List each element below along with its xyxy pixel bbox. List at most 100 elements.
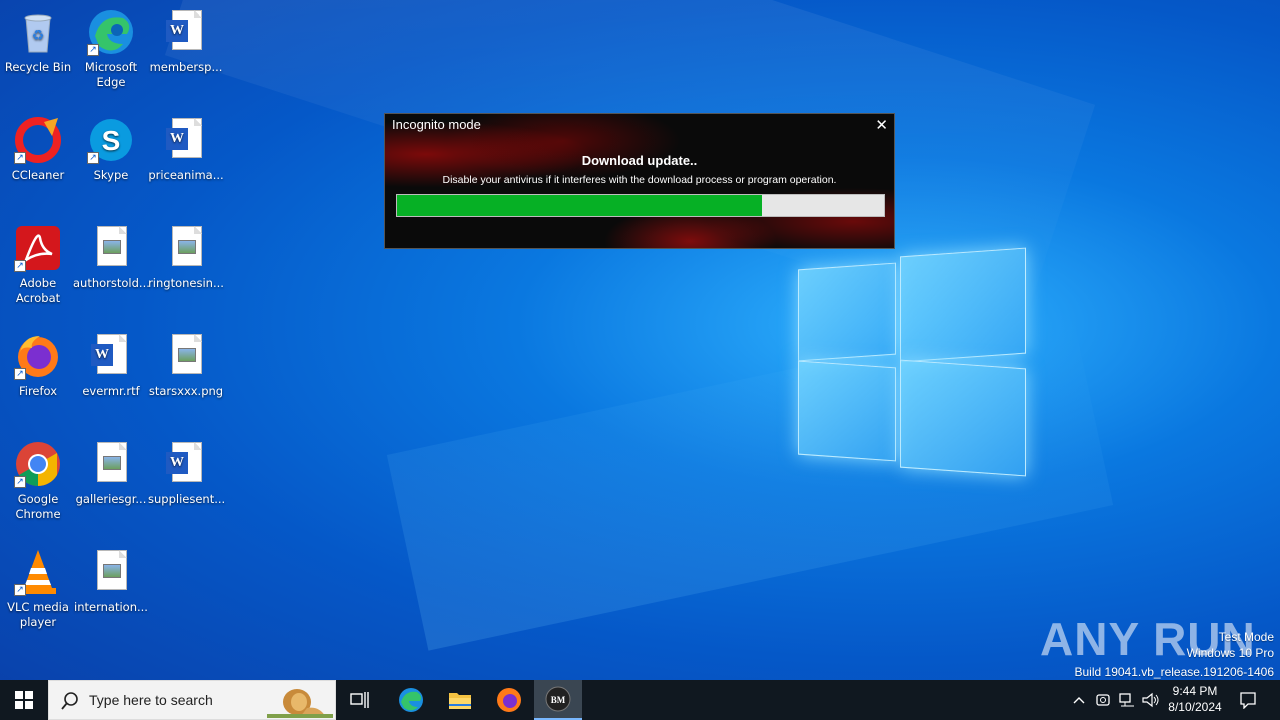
icon-label: Firefox (18, 384, 58, 398)
firefox-icon (497, 688, 521, 712)
icon-label: Adobe Acrobat (15, 276, 61, 305)
desktop-icon-google-chrome[interactable]: ↗ Google Chrome (0, 440, 76, 522)
dialog-title: Incognito mode (392, 117, 481, 132)
desktop-icon-firefox[interactable]: ↗ Firefox (0, 332, 76, 399)
taskbar-file-explorer[interactable] (436, 680, 484, 720)
windows-start-icon (15, 691, 33, 709)
icon-label: membersp... (149, 60, 223, 74)
notification-icon (1240, 692, 1256, 709)
icon-label: evermr.rtf (82, 384, 140, 398)
taskbar-bm-app[interactable]: BM (534, 680, 582, 720)
dialog-message: Disable your antivirus if it interferes … (442, 174, 837, 186)
adobe-acrobat-icon: ↗ (14, 224, 62, 272)
icon-label: authorstold... (73, 276, 150, 290)
task-view-icon (350, 692, 369, 708)
icon-label: suppliesent... (148, 492, 226, 506)
desktop-icon-suppliesent[interactable]: W suppliesent... (148, 440, 226, 507)
shortcut-arrow-icon: ↗ (87, 152, 99, 164)
tray-network[interactable] (1116, 680, 1138, 720)
lion-search-highlight-icon (267, 689, 333, 718)
build-text: Build 19041.vb_release.191206-1406 (1074, 665, 1275, 679)
close-icon[interactable]: ✕ (875, 116, 888, 134)
svg-text:♻: ♻ (32, 28, 45, 44)
clock-date: 8/10/2024 (1168, 700, 1222, 714)
icon-label: Google Chrome (15, 492, 61, 521)
edge-icon (399, 688, 423, 712)
camera-tray-icon (1096, 694, 1110, 706)
firefox-icon: ↗ (14, 332, 62, 380)
image-file-icon (87, 440, 135, 488)
vlc-cone-icon: ↗ (14, 548, 62, 596)
dialog-heading: Download update.. (581, 153, 698, 168)
desktop-icon-galleriesgr[interactable]: galleriesgr... (73, 440, 149, 507)
desktop-icon-authorstold[interactable]: authorstold... (73, 224, 150, 291)
taskbar-edge[interactable] (387, 680, 435, 720)
shortcut-arrow-icon: ↗ (14, 476, 26, 488)
taskbar-search-box[interactable]: Type here to search (48, 680, 336, 720)
shortcut-arrow-icon: ↗ (14, 584, 26, 596)
download-progress-bar (396, 194, 885, 217)
action-center-button[interactable] (1234, 680, 1262, 720)
icon-label: galleriesgr... (75, 492, 147, 506)
search-placeholder: Type here to search (89, 692, 213, 708)
desktop-icon-microsoft-edge[interactable]: ↗ Microsoft Edge (73, 8, 149, 90)
svg-text:S: S (102, 125, 121, 156)
desktop-icon-membersp[interactable]: W membersp... (148, 8, 224, 75)
desktop-icon-ringtonesin[interactable]: ringtonesin... (148, 224, 224, 291)
taskbar: Type here to search BM 9:44 PM 8/10/2024 (0, 680, 1280, 720)
ccleaner-icon: ↗ (14, 116, 62, 164)
icon-label: CCleaner (11, 168, 65, 182)
tray-volume[interactable] (1140, 680, 1162, 720)
desktop-icon-ccleaner[interactable]: ↗ CCleaner (0, 116, 76, 183)
icon-label: VLC media player (7, 600, 69, 629)
task-view-button[interactable] (336, 680, 384, 720)
incognito-mode-dialog: Incognito mode ✕ Download update.. Disab… (384, 113, 895, 249)
word-document-icon: W (87, 332, 135, 380)
dialog-titlebar[interactable]: Incognito mode ✕ (385, 114, 894, 136)
icon-label: Recycle Bin (4, 60, 72, 74)
image-file-icon (87, 548, 135, 596)
search-icon (61, 692, 78, 710)
taskbar-firefox[interactable] (485, 680, 533, 720)
clock-time: 9:44 PM (1172, 684, 1218, 698)
file-explorer-icon (449, 693, 471, 709)
bm-app-icon: BM (545, 686, 571, 712)
progress-fill (397, 195, 763, 216)
icon-label: starsxxx.png (148, 384, 224, 398)
image-file-icon (87, 224, 135, 272)
shortcut-arrow-icon: ↗ (14, 152, 26, 164)
test-mode-text: Test Mode (1218, 630, 1274, 644)
recycle-bin-icon: ♻ (14, 8, 62, 56)
chrome-icon: ↗ (14, 440, 62, 488)
desktop-icon-internation[interactable]: internation... (73, 548, 149, 615)
word-document-icon: W (162, 116, 210, 164)
windows-edition-text: Windows 10 Pro (1186, 646, 1274, 660)
desktop-icon-adobe-acrobat[interactable]: ↗ Adobe Acrobat (0, 224, 76, 306)
show-hidden-icons-button[interactable] (1068, 680, 1090, 720)
desktop-icon-recycle-bin[interactable]: ♻ Recycle Bin (0, 8, 76, 75)
word-document-icon: W (162, 8, 210, 56)
speaker-icon (1142, 692, 1159, 708)
taskbar-clock[interactable]: 9:44 PM 8/10/2024 (1164, 683, 1226, 715)
chevron-up-icon (1073, 697, 1085, 704)
svg-text:BM: BM (551, 695, 566, 705)
skype-icon: S ↗ (87, 116, 135, 164)
desktop-icon-priceanima[interactable]: W priceanima... (148, 116, 224, 183)
shortcut-arrow-icon: ↗ (14, 260, 26, 272)
icon-label: ringtonesin... (148, 276, 224, 290)
icon-label: Microsoft Edge (84, 60, 138, 89)
image-file-icon (162, 332, 210, 380)
desktop-icon-evermr[interactable]: W evermr.rtf (73, 332, 149, 399)
edge-icon: ↗ (87, 8, 135, 56)
word-document-icon: W (162, 440, 210, 488)
icon-label: Skype (93, 168, 129, 182)
tray-meet-now[interactable] (1092, 680, 1114, 720)
icon-label: internation... (74, 600, 148, 614)
desktop-icon-skype[interactable]: S ↗ Skype (73, 116, 149, 183)
start-button[interactable] (0, 680, 48, 720)
network-icon (1119, 693, 1134, 707)
desktop-icon-vlc[interactable]: ↗ VLC media player (0, 548, 76, 630)
desktop-icon-starsxxx[interactable]: starsxxx.png (148, 332, 224, 399)
icon-label: priceanima... (148, 168, 224, 182)
image-file-icon (162, 224, 210, 272)
